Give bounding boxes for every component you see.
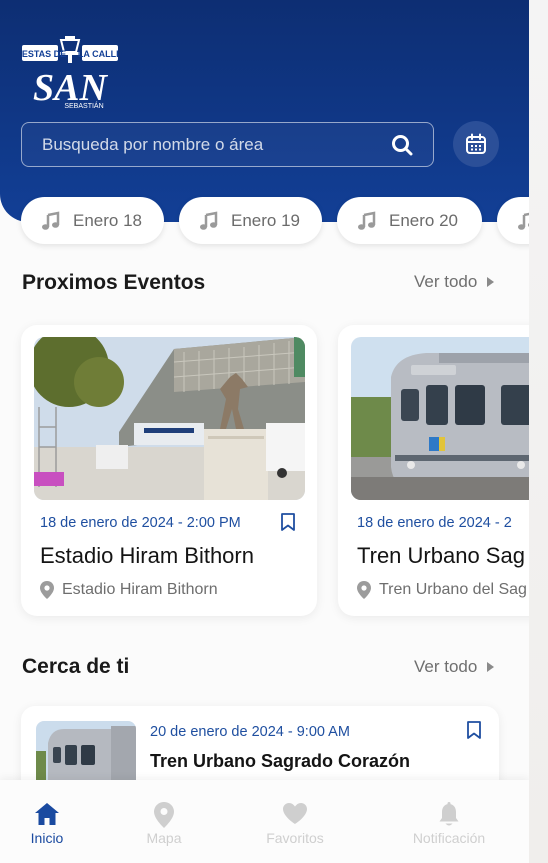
date-chip-label: Enero 19 <box>231 210 300 230</box>
date-chip-label: Enero 20 <box>389 210 458 230</box>
music-note-icon <box>42 210 60 230</box>
map-pin-icon <box>154 802 174 828</box>
app-screen: FIESTAS DE LA CALLE SAN SEBASTIÁN <box>0 0 529 863</box>
music-note-icon <box>200 210 218 230</box>
event-date: 18 de enero de 2024 - 2:00 PM <box>40 515 241 531</box>
svg-text:FIESTAS DE: FIESTAS DE <box>22 49 66 59</box>
heart-icon <box>283 803 307 824</box>
calendar-icon <box>466 133 486 154</box>
music-note-icon <box>518 212 529 230</box>
nav-item-mapa[interactable]: Mapa <box>109 780 219 863</box>
event-location: Tren Urbano del Sag <box>357 581 527 599</box>
svg-text:LA CALLE: LA CALLE <box>78 49 118 59</box>
event-card[interactable]: 18 de enero de 2024 - 2:00 PM Estadio Hi… <box>21 325 317 616</box>
nav-label: Notificación <box>412 830 486 846</box>
see-all-label: Ver todo <box>414 272 478 291</box>
nav-label: Favoritos <box>266 830 324 846</box>
svg-text:SEBASTIÁN: SEBASTIÁN <box>64 101 103 110</box>
upcoming-section-title: Proximos Eventos <box>22 271 206 294</box>
event-location-label: Estadio Hiram Bithorn <box>62 581 218 598</box>
search-icon[interactable] <box>391 134 413 156</box>
date-chip-enero-20[interactable]: Enero 20 <box>337 197 482 244</box>
nav-label: Inicio <box>30 830 64 846</box>
see-all-label: Ver todo <box>414 657 478 676</box>
calendar-button[interactable] <box>453 121 499 167</box>
date-chip-enero-19[interactable]: Enero 19 <box>179 197 322 244</box>
music-note-icon <box>358 210 376 230</box>
date-chip-enero-18[interactable]: Enero 18 <box>21 197 164 244</box>
location-pin-icon <box>357 581 371 599</box>
chevron-right-icon <box>487 277 495 287</box>
bookmark-icon[interactable] <box>465 720 483 740</box>
date-chip-label: Enero 18 <box>73 210 142 230</box>
date-chips: Enero 18 Enero 19 Enero 20 <box>21 197 529 245</box>
bookmark-icon[interactable] <box>279 512 297 532</box>
nav-item-notificacion[interactable]: Notificación <box>394 780 504 863</box>
app-logo: FIESTAS DE LA CALLE SAN SEBASTIÁN <box>22 36 118 110</box>
nearby-event-title: Tren Urbano Sagrado Corazón <box>150 751 411 771</box>
nearby-event-date: 20 de enero de 2024 - 9:00 AM <box>150 724 350 740</box>
search-bar[interactable] <box>21 122 434 167</box>
bottom-navigation: Inicio Mapa Favoritos Notificación <box>0 780 529 863</box>
event-photo-stadium <box>34 337 305 500</box>
nav-item-favoritos[interactable]: Favoritos <box>240 780 350 863</box>
nearby-section-title: Cerca de ti <box>22 655 130 678</box>
location-pin-icon <box>40 581 54 599</box>
event-card[interactable]: 18 de enero de 2024 - 2 Tren Urbano Sag … <box>338 325 529 616</box>
header: FIESTAS DE LA CALLE SAN SEBASTIÁN <box>0 0 529 222</box>
bell-icon <box>439 802 459 826</box>
date-chip-partial[interactable] <box>497 197 529 244</box>
upcoming-see-all-link[interactable]: Ver todo <box>414 272 495 292</box>
nearby-see-all-link[interactable]: Ver todo <box>414 657 495 677</box>
event-location: Estadio Hiram Bithorn <box>40 581 218 599</box>
chevron-right-icon <box>487 662 495 672</box>
event-date: 18 de enero de 2024 - 2 <box>357 515 512 531</box>
event-location-label: Tren Urbano del Sag <box>379 581 527 598</box>
search-input[interactable] <box>22 123 382 166</box>
nav-label: Mapa <box>146 830 182 846</box>
event-title: Tren Urbano Sag <box>357 543 525 568</box>
nav-item-inicio[interactable]: Inicio <box>0 780 102 863</box>
event-title: Estadio Hiram Bithorn <box>40 543 254 568</box>
event-photo-train <box>351 337 529 500</box>
side-strip <box>529 0 548 863</box>
home-icon <box>35 803 59 825</box>
